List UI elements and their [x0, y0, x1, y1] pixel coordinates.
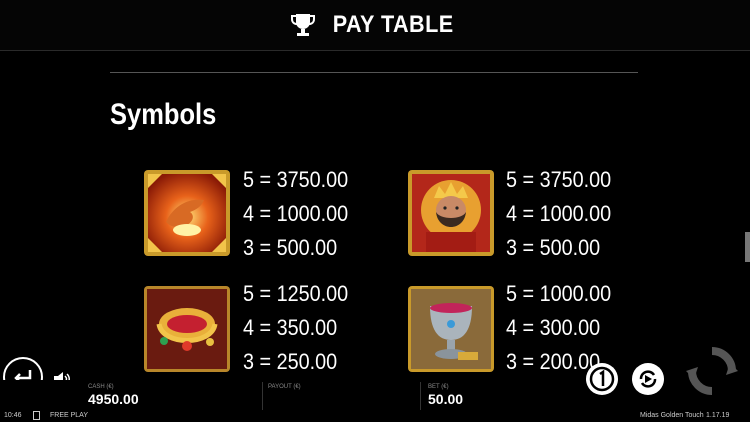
payout-5: 5 = 3750.00 — [243, 167, 349, 192]
autoplay-button[interactable] — [632, 363, 664, 395]
section-title: Symbols — [110, 98, 217, 131]
hand-symbol-payouts: 5 = 3750.00 4 = 1000.00 3 = 500.00 — [243, 163, 348, 265]
separator — [262, 382, 263, 410]
device-icon — [33, 411, 40, 420]
crown-symbol-icon — [144, 286, 230, 372]
hand-symbol-icon — [144, 170, 230, 256]
payout-label: PAYOUT (€) — [268, 384, 301, 390]
crown-symbol-payouts: 5 = 1250.00 4 = 350.00 3 = 250.00 — [243, 277, 348, 379]
clock: 10:46 — [4, 412, 22, 419]
payout-3: 3 = 250.00 — [243, 349, 338, 374]
goblet-symbol-icon — [408, 286, 494, 372]
version: 1.17.19 — [706, 412, 730, 419]
bet-level-button[interactable] — [586, 363, 618, 395]
game-name: Midas Golden Touch — [640, 412, 704, 419]
spin-icon — [686, 347, 738, 395]
bet-value: 50.00 — [428, 391, 464, 407]
divider — [110, 72, 638, 73]
cash-value: 4950.00 — [88, 391, 139, 407]
king-symbol-icon — [408, 170, 494, 256]
payout-3: 3 = 500.00 — [243, 235, 338, 260]
separator — [420, 382, 421, 410]
page-title: PAY TABLE — [332, 11, 454, 38]
trophy-icon — [290, 14, 315, 36]
payout-5: 5 = 3750.00 — [506, 167, 612, 192]
payout-4: 4 = 1000.00 — [243, 201, 349, 226]
pay-table-header: PAY TABLE — [0, 0, 750, 51]
payout-5: 5 = 1250.00 — [243, 281, 349, 306]
payout-4: 4 = 300.00 — [506, 315, 601, 340]
payout-4: 4 = 1000.00 — [506, 201, 612, 226]
bet-label: BET (€) — [428, 384, 449, 390]
payout-4: 4 = 350.00 — [243, 315, 338, 340]
spin-button[interactable] — [686, 345, 738, 397]
autoplay-icon — [639, 370, 657, 388]
cash-label: CASH (€) — [88, 384, 114, 390]
king-symbol-payouts: 5 = 3750.00 4 = 1000.00 3 = 500.00 — [506, 163, 611, 265]
mode-label: FREE PLAY — [50, 412, 88, 419]
scrollbar-thumb[interactable] — [745, 232, 750, 262]
payout-5: 5 = 1000.00 — [506, 281, 612, 306]
coin-stack-icon — [589, 366, 615, 392]
payout-3: 3 = 500.00 — [506, 235, 601, 260]
